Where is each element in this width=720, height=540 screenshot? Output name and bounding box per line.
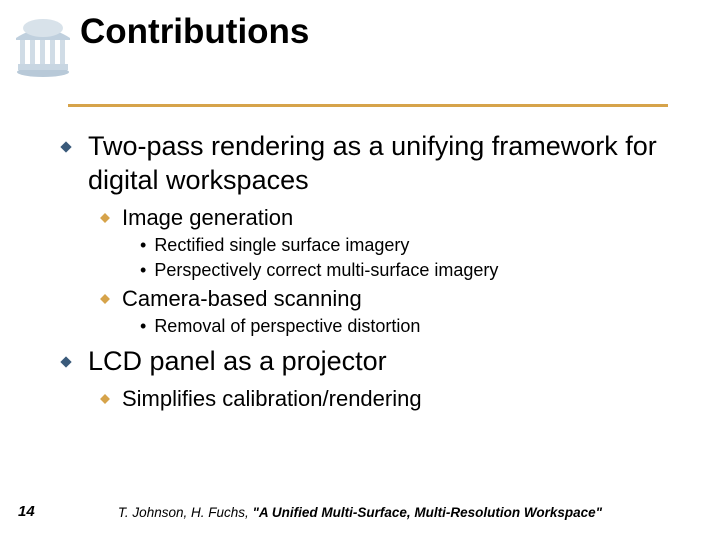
bullet-text: Simplifies calibration/rendering <box>122 385 422 414</box>
bullet-level1: LCD panel as a projector <box>60 345 680 379</box>
bullet-level2: Simplifies calibration/rendering <box>100 385 680 414</box>
citation-authors: T. Johnson, H. Fuchs, <box>118 505 253 520</box>
diamond-bullet-icon <box>100 213 110 223</box>
bullet-text: Perspectively correct multi-surface imag… <box>154 259 498 282</box>
bullet-text: LCD panel as a projector <box>88 345 387 379</box>
bullet-level3: • Rectified single surface imagery <box>140 234 680 257</box>
dot-bullet-icon: • <box>140 259 146 282</box>
bullet-text: Camera-based scanning <box>122 285 362 314</box>
unc-well-logo <box>8 18 78 78</box>
bullet-level2: Image generation <box>100 204 680 233</box>
bullet-level3: • Removal of perspective distortion <box>140 315 680 338</box>
bullet-text: Image generation <box>122 204 293 233</box>
slide: Contributions Two-pass rendering as a un… <box>0 0 720 540</box>
citation-title: "A Unified Multi-Surface, Multi-Resoluti… <box>253 505 603 520</box>
title-underline <box>68 104 668 107</box>
bullet-text: Removal of perspective distortion <box>154 315 420 338</box>
citation: T. Johnson, H. Fuchs, "A Unified Multi-S… <box>0 505 720 520</box>
bullet-level2: Camera-based scanning <box>100 285 680 314</box>
header-gradient <box>0 58 720 102</box>
diamond-bullet-icon <box>60 141 72 153</box>
dot-bullet-icon: • <box>140 234 146 257</box>
bullet-text: Two-pass rendering as a unifying framewo… <box>88 130 680 198</box>
diamond-bullet-icon <box>100 394 110 404</box>
slide-content: Two-pass rendering as a unifying framewo… <box>60 130 680 415</box>
bullet-text: Rectified single surface imagery <box>154 234 409 257</box>
bullet-level3: • Perspectively correct multi-surface im… <box>140 259 680 282</box>
bullet-level1: Two-pass rendering as a unifying framewo… <box>60 130 680 198</box>
slide-title: Contributions <box>80 12 309 52</box>
slide-header: Contributions <box>0 0 720 110</box>
diamond-bullet-icon <box>60 356 72 368</box>
diamond-bullet-icon <box>100 294 110 304</box>
dot-bullet-icon: • <box>140 315 146 338</box>
